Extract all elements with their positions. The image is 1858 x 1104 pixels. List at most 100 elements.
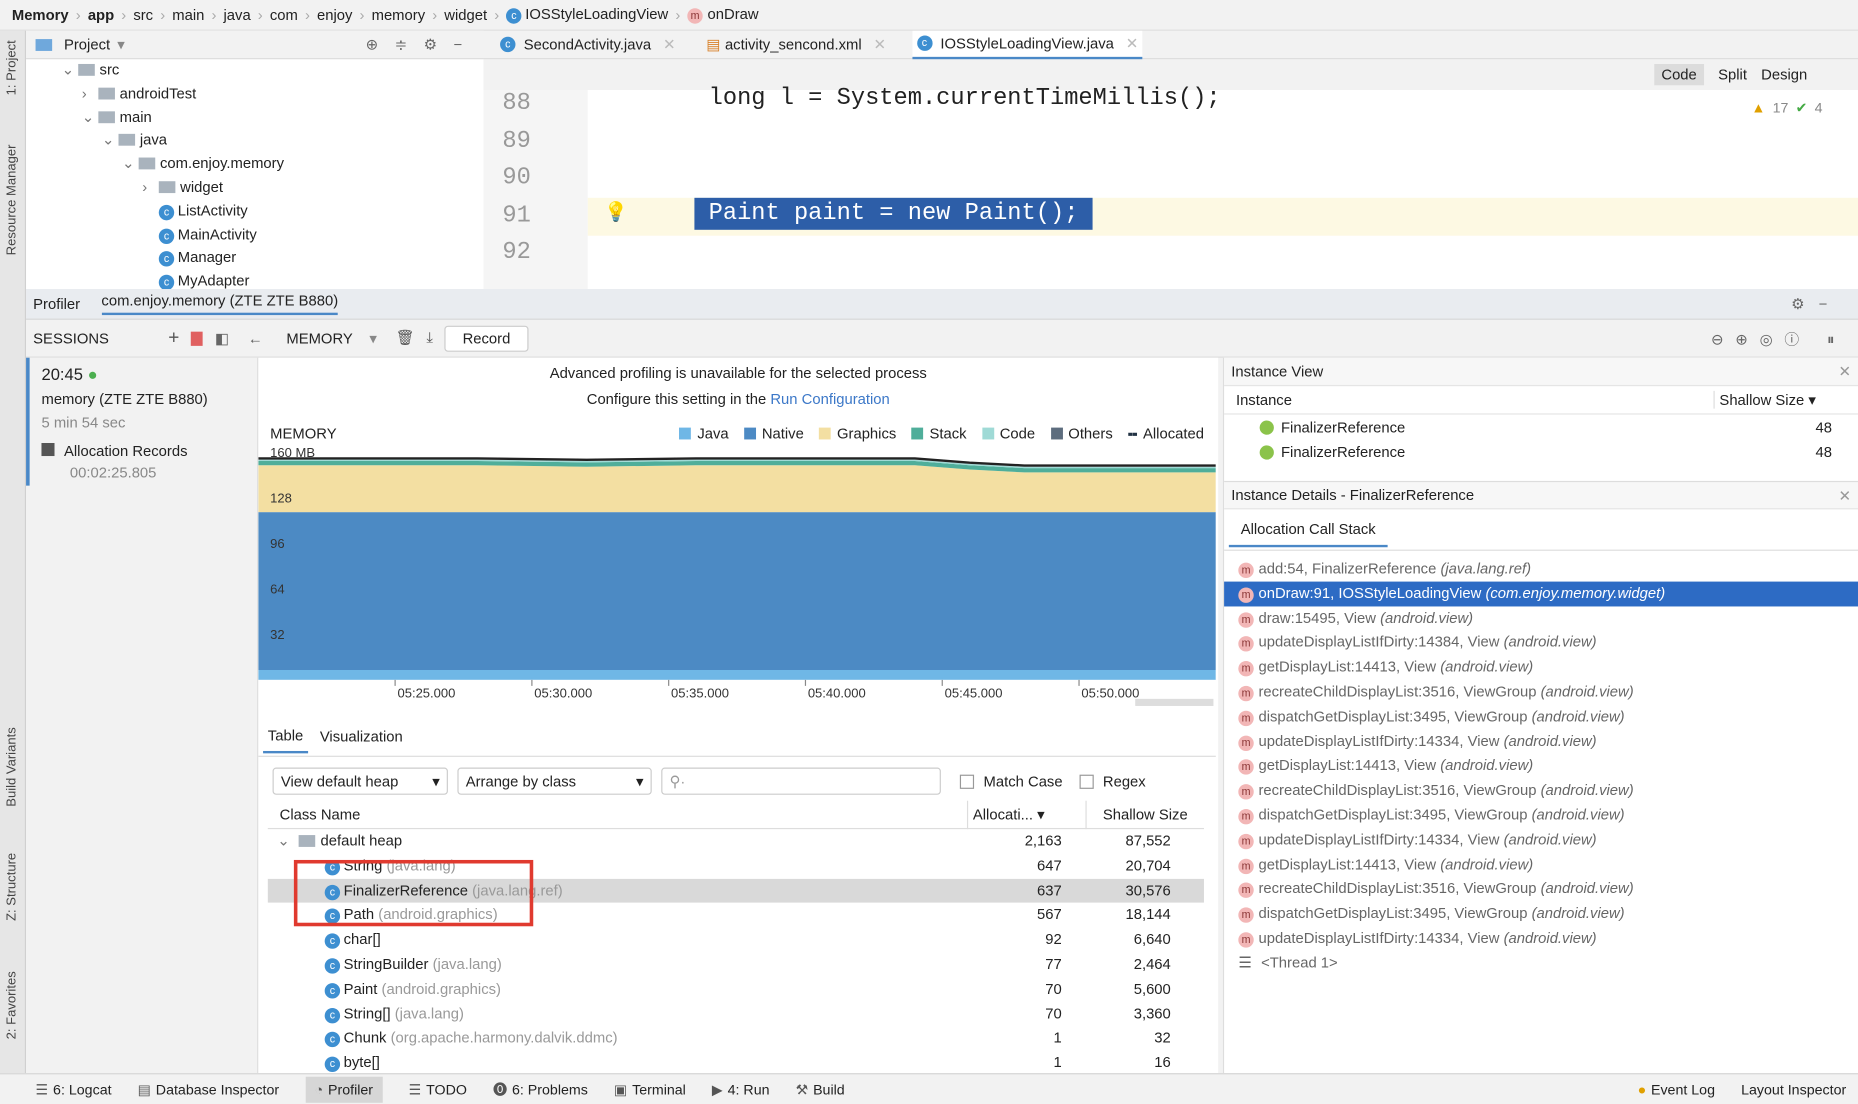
back-icon[interactable]: ← bbox=[248, 330, 263, 347]
table-row[interactable]: c Chunk (org.apache.harmony.dalvik.ddmc) 1… bbox=[268, 1026, 1204, 1051]
breadcrumb-item[interactable]: memory bbox=[372, 7, 426, 24]
code-line[interactable]: long l = System.currentTimeMillis(); bbox=[709, 85, 1221, 112]
tool-window-button[interactable]: ⚒ Build bbox=[796, 1081, 845, 1098]
tool-window-button[interactable]: ⓿ 6: Problems bbox=[493, 1079, 588, 1099]
tab-table[interactable]: Table bbox=[263, 725, 308, 754]
code-editor[interactable]: 88 89 90 91 92 ▲ 17 ✔ 4 long l = System.curren… bbox=[483, 85, 1858, 290]
trash-icon[interactable]: 🗑 bbox=[396, 329, 415, 347]
split-mode-button[interactable]: Split bbox=[1718, 66, 1747, 83]
breadcrumb-item[interactable]: Memory bbox=[12, 7, 69, 24]
add-session-icon[interactable]: + bbox=[168, 328, 179, 349]
stack-frame[interactable]: m updateDisplayListIfDirty:14334, View (a… bbox=[1224, 828, 1858, 853]
class-search-input[interactable]: ⚲· bbox=[661, 767, 941, 795]
allocation-records-label[interactable]: Allocation Records bbox=[64, 443, 187, 460]
col-allocations[interactable]: Allocati... ▾ bbox=[966, 800, 1078, 830]
stack-frame[interactable]: m getDisplayList:14413, View (android.vie… bbox=[1224, 655, 1858, 680]
breadcrumb-item[interactable]: m onDraw bbox=[687, 6, 759, 24]
stack-frame[interactable]: m getDisplayList:14413, View (android.vie… bbox=[1224, 852, 1858, 877]
monitor-select[interactable]: MEMORY bbox=[286, 330, 352, 347]
heap-select[interactable]: View default heap ▾ bbox=[272, 767, 448, 795]
memory-chart[interactable]: 160 MB 128 96 64 32 05:25.000 05:30.000 05:35.0… bbox=[258, 448, 1216, 711]
stack-frame[interactable]: m updateDisplayListIfDirty:14384, View (a… bbox=[1224, 631, 1858, 656]
chevron-down-icon[interactable]: ⌄ bbox=[62, 59, 79, 82]
code-mode-button[interactable]: Code bbox=[1654, 63, 1704, 86]
table-row[interactable]: ⌄ default heap 2,163 87,552 bbox=[268, 829, 1204, 854]
record-button[interactable]: Record bbox=[444, 325, 529, 352]
stack-frame[interactable]: m recreateChildDisplayList:3516, ViewGrou… bbox=[1224, 680, 1858, 705]
project-toolbar-icons[interactable]: ⊕≑⚙− bbox=[366, 36, 484, 54]
col-shallow-size[interactable]: Shallow Size bbox=[1085, 800, 1204, 830]
chevron-right-icon[interactable]: › bbox=[142, 176, 159, 199]
editor-tab[interactable]: ▤ activity_sencond.xml ✕ bbox=[701, 30, 890, 58]
stack-frame[interactable]: m updateDisplayListIfDirty:14334, View (a… bbox=[1224, 926, 1858, 951]
design-mode-button[interactable]: Design bbox=[1761, 66, 1807, 83]
match-case-checkbox[interactable] bbox=[959, 774, 975, 789]
settings-icon[interactable]: ⚙− bbox=[1791, 295, 1858, 313]
tool-build-variants[interactable]: Build Variants bbox=[5, 727, 19, 806]
stack-frame[interactable]: m getDisplayList:14413, View (android.vie… bbox=[1224, 754, 1858, 779]
tool-favorites[interactable]: 2: Favorites bbox=[5, 971, 19, 1039]
thread-item[interactable]: ☰ <Thread 1> bbox=[1224, 951, 1858, 976]
tree-item[interactable]: ⌄ java bbox=[26, 130, 483, 153]
breadcrumb-item[interactable]: app bbox=[88, 7, 114, 24]
breadcrumb-item[interactable]: widget bbox=[444, 7, 487, 24]
stack-frame[interactable]: m add:54, FinalizerReference (java.lang.r… bbox=[1224, 557, 1858, 582]
collapse-icon[interactable]: ◧ bbox=[215, 329, 229, 347]
close-icon[interactable]: ✕ bbox=[1839, 362, 1851, 381]
stack-frame[interactable]: m dispatchGetDisplayList:3495, ViewGroup … bbox=[1224, 803, 1858, 828]
project-view-selector[interactable]: Project bbox=[64, 36, 110, 53]
tab-profiler[interactable]: Profiler bbox=[33, 296, 80, 313]
breadcrumb-item[interactable]: main bbox=[172, 7, 204, 24]
tree-item[interactable]: ⌄ main bbox=[26, 106, 483, 129]
stack-frame[interactable]: m draw:15495, View (android.view) bbox=[1224, 606, 1858, 631]
editor-tab[interactable]: c IOSStyleLoadingView.java ✕ bbox=[911, 30, 1143, 59]
stack-frame[interactable]: m dispatchGetDisplayList:3495, ViewGroup … bbox=[1224, 705, 1858, 730]
col-instance[interactable]: Instance bbox=[1236, 391, 1292, 408]
stack-frame[interactable]: m updateDisplayListIfDirty:14334, View (a… bbox=[1224, 729, 1858, 754]
stop-session-icon[interactable] bbox=[191, 331, 204, 346]
tool-window-button[interactable]: ▣ Terminal bbox=[614, 1081, 686, 1098]
tool-window-button[interactable]: ▶ 4: Run bbox=[712, 1081, 770, 1098]
session-item[interactable]: 20:45 ● memory (ZTE ZTE B880) 5 min 54 s… bbox=[26, 357, 257, 486]
run-configuration-link[interactable]: Run Configuration bbox=[770, 391, 889, 408]
tree-item[interactable]: ⌄ com.enjoy.memory bbox=[26, 153, 483, 176]
tool-structure[interactable]: Z: Structure bbox=[5, 853, 19, 921]
timeline-scrollbar[interactable] bbox=[1135, 698, 1214, 706]
tab-allocation-call-stack[interactable]: Allocation Call Stack bbox=[1228, 516, 1388, 548]
col-instance-size[interactable]: Shallow Size ▾ bbox=[1713, 390, 1847, 409]
layout-inspector-button[interactable]: Layout Inspector bbox=[1741, 1081, 1846, 1098]
event-log-button[interactable]: ● Event Log bbox=[1638, 1081, 1715, 1098]
code-line[interactable]: Paint paint = new Paint(); bbox=[694, 197, 1093, 230]
table-row[interactable]: c StringBuilder (java.lang) 77 2,464 bbox=[268, 952, 1204, 977]
tool-resource-manager[interactable]: Resource Manager bbox=[5, 145, 19, 256]
stack-frame[interactable]: m recreateChildDisplayList:3516, ViewGrou… bbox=[1224, 778, 1858, 803]
zoom-controls-icon[interactable]: ⊖⊕◎ⓘ ⏸ bbox=[1711, 327, 1858, 350]
stack-frame[interactable]: m recreateChildDisplayList:3516, ViewGrou… bbox=[1224, 877, 1858, 902]
close-tab-icon[interactable]: ✕ bbox=[1126, 34, 1138, 53]
chevron-down-icon[interactable]: ⌄ bbox=[82, 106, 99, 129]
table-row[interactable]: c String[] (java.lang) 70 3,360 bbox=[268, 1002, 1204, 1027]
breadcrumb-item[interactable]: src bbox=[133, 7, 153, 24]
stack-frame[interactable]: m onDraw:91, IOSStyleLoadingView (com.enj… bbox=[1224, 581, 1858, 606]
stack-frame[interactable]: m dispatchGetDisplayList:3495, ViewGroup … bbox=[1224, 902, 1858, 927]
tool-window-button[interactable]: ▤ Database Inspector bbox=[138, 1081, 279, 1098]
table-row[interactable]: c char[] 92 6,640 bbox=[268, 928, 1204, 953]
chevron-right-icon[interactable]: › bbox=[82, 83, 99, 106]
table-row[interactable]: c byte[] 1 16 bbox=[268, 1051, 1204, 1076]
ok-count[interactable]: 4 bbox=[1815, 99, 1823, 116]
tool-window-button[interactable]: ☰ 6: Logcat bbox=[36, 1081, 112, 1098]
tree-item[interactable]: › androidTest bbox=[26, 83, 483, 106]
tree-item[interactable]: ⌄ src bbox=[26, 59, 483, 82]
table-row[interactable]: c Paint (android.graphics) 70 5,600 bbox=[268, 977, 1204, 1002]
tree-item[interactable]: › widget bbox=[26, 176, 483, 199]
regex-checkbox[interactable] bbox=[1079, 774, 1094, 789]
export-icon[interactable]: ⤓ bbox=[426, 329, 433, 347]
warning-count[interactable]: 17 bbox=[1773, 99, 1789, 116]
tab-process[interactable]: com.enjoy.memory (ZTE ZTE B880) bbox=[101, 293, 339, 316]
instance-row[interactable]: FinalizerReference 48 bbox=[1224, 415, 1858, 440]
close-details-icon[interactable]: ✕ bbox=[1839, 486, 1851, 504]
breadcrumb-item[interactable]: java bbox=[224, 7, 251, 24]
tree-item[interactable]: c MainActivity bbox=[26, 223, 483, 246]
arrange-select[interactable]: Arrange by class ▾ bbox=[457, 767, 652, 795]
chevron-down-icon[interactable]: ⌄ bbox=[122, 153, 139, 176]
